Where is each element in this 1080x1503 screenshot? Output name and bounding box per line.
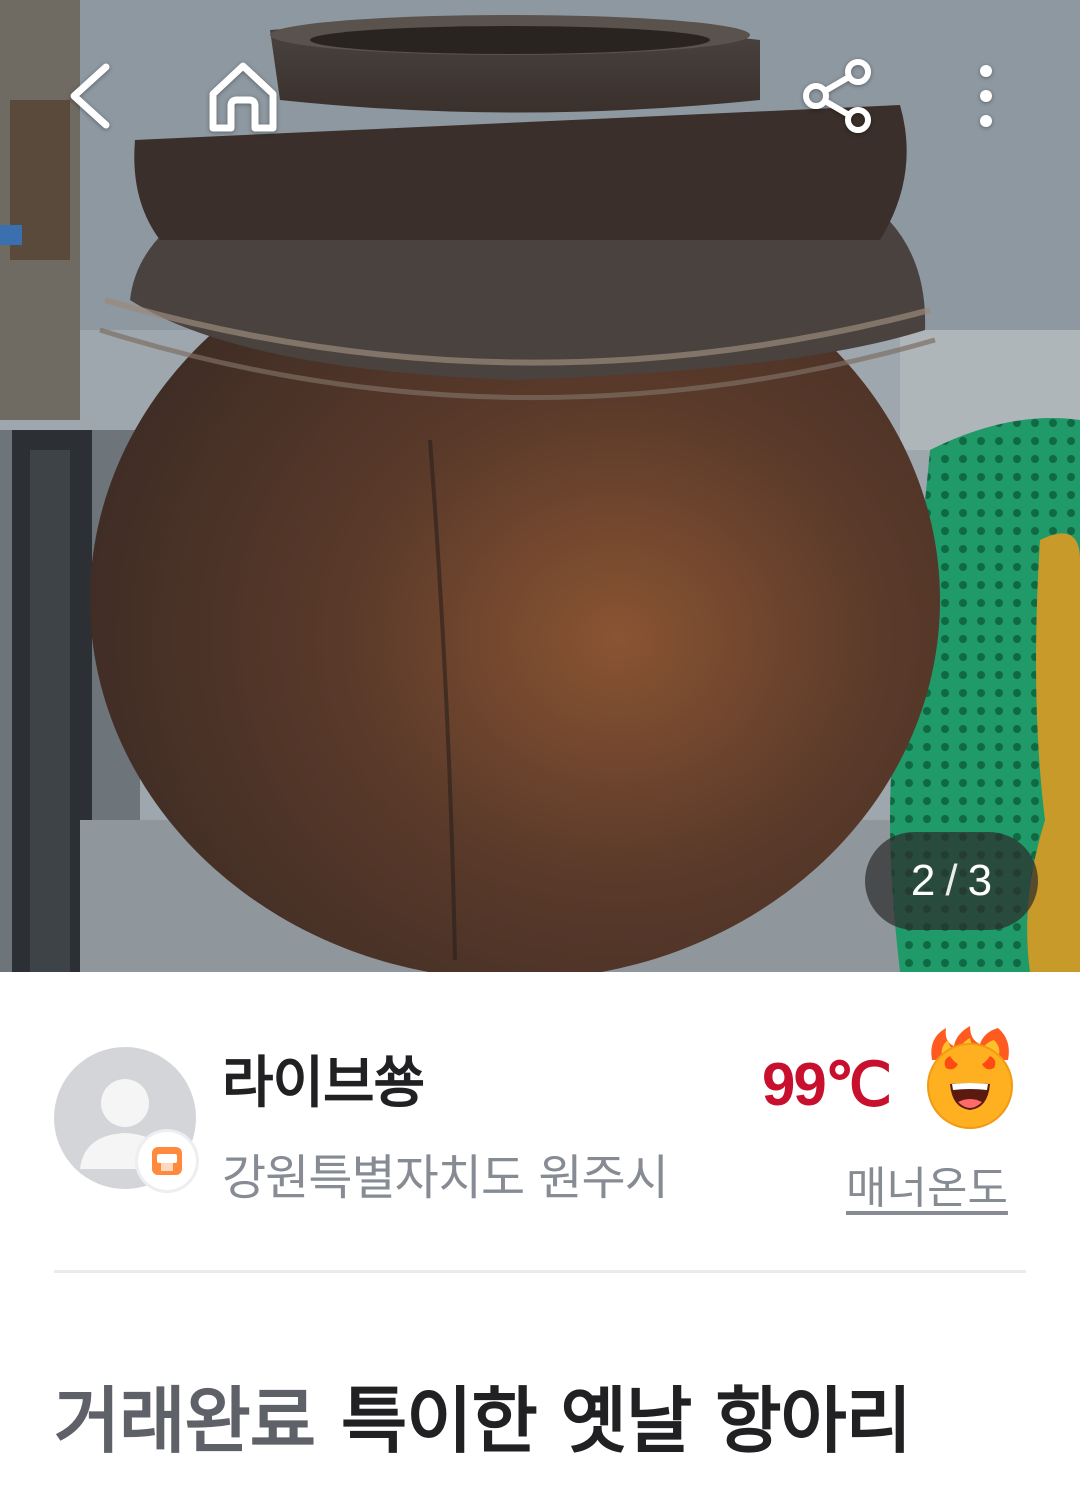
home-button[interactable] <box>195 48 291 144</box>
current-page: 2 <box>910 856 936 905</box>
back-button[interactable] <box>42 48 138 144</box>
fire-face-emoji-icon <box>918 1024 1022 1138</box>
page-separator: / <box>945 856 958 905</box>
more-vertical-icon <box>980 65 992 127</box>
article-title-text: 특이한 옛날 항아리 <box>340 1379 912 1463</box>
seller-profile[interactable]: 라이브쑝 강원특별자치도 원주시 99℃ 매너온도 <box>0 972 1080 1272</box>
seller-region: 강원특별자치도 원주시 <box>222 1150 669 1206</box>
trade-status-label: 거래완료 <box>54 1379 316 1463</box>
business-store-badge <box>138 1132 196 1190</box>
section-divider <box>54 1270 1026 1273</box>
manner-temperature-link[interactable]: 매너온도 <box>846 1152 1008 1216</box>
article-title: 거래완료 특이한 옛날 항아리 <box>54 1362 912 1467</box>
top-navigation-bar <box>0 0 1080 200</box>
more-options-button[interactable] <box>938 48 1034 144</box>
manner-temperature-value: 99℃ <box>762 1051 892 1118</box>
total-pages: 3 <box>967 856 993 905</box>
home-icon <box>209 62 277 132</box>
product-image-gallery[interactable]: 2 / 3 <box>0 0 1080 972</box>
share-icon <box>803 59 871 133</box>
seller-nickname[interactable]: 라이브쑝 <box>222 1038 425 1119</box>
image-page-indicator: 2 / 3 <box>865 832 1038 930</box>
share-button[interactable] <box>790 48 886 144</box>
store-icon <box>152 1147 182 1175</box>
chevron-left-icon <box>70 63 110 129</box>
